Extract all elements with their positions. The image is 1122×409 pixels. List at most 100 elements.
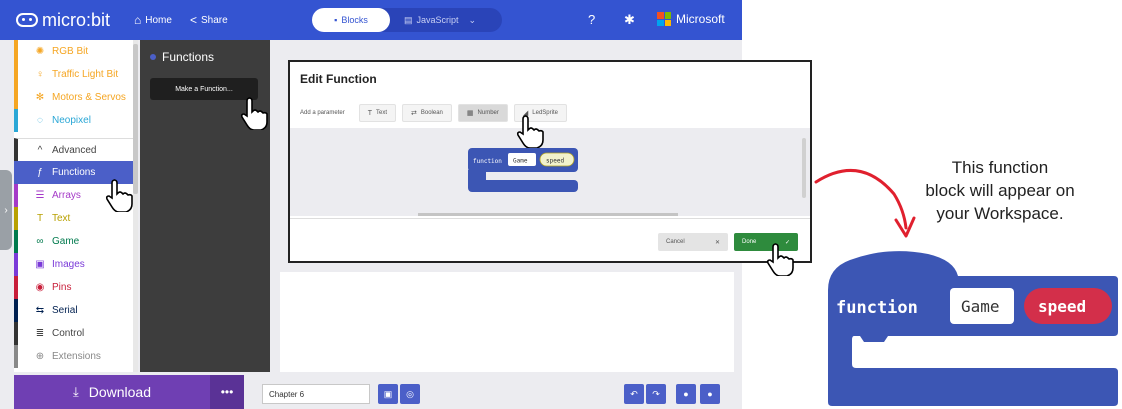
download-more-button[interactable]: •••: [210, 375, 244, 409]
microbit-logo[interactable]: micro:bit: [16, 10, 110, 31]
blocks-mode-label: Blocks: [341, 15, 368, 25]
simulator-toggle-tab[interactable]: ›: [0, 170, 12, 250]
dialog-horizontal-scrollbar[interactable]: [418, 213, 678, 216]
toolbox-category-label: Advanced: [52, 144, 97, 156]
boolean-icon: ⇄: [411, 110, 417, 117]
zoom-in-button[interactable]: ●: [700, 384, 720, 404]
list-icon: ☰: [35, 190, 45, 201]
hand-cursor-icon: [766, 243, 794, 276]
block-param-field[interactable]: speed: [546, 158, 564, 165]
microsoft-logo[interactable]: Microsoft: [657, 12, 725, 26]
project-name-input[interactable]: Chapter 6: [262, 384, 370, 404]
block-name-field[interactable]: Game: [513, 158, 528, 165]
code-icon: ▤: [404, 14, 413, 25]
lightbulb-icon: ♀: [36, 69, 44, 80]
home-label: Home: [145, 14, 172, 26]
plus-circle-icon: ⊕: [35, 351, 45, 362]
undo-button[interactable]: ↶: [624, 384, 644, 404]
download-button[interactable]: ⤓ Download: [14, 375, 210, 409]
toolbox-category-label: Traffic Light Bit: [52, 69, 119, 80]
toolbox-category-motors-servos[interactable]: ✻ Motors & Servos: [14, 86, 138, 109]
toolbox-category-serial[interactable]: ⇆ Serial: [14, 299, 138, 322]
toolbox-category-traffic-light-bit[interactable]: ♀ Traffic Light Bit: [14, 63, 138, 86]
toolbox-category-label: Control: [52, 328, 85, 339]
add-text-param-button[interactable]: T Text: [358, 104, 396, 122]
brand-label: micro:bit: [42, 9, 111, 30]
parameter-bar: Add a parameter T Text ⇄ Boolean ▦ Numbe…: [290, 100, 810, 126]
zoom-out-icon: ●: [683, 389, 689, 399]
blocks-mode-button[interactable]: ▪ Blocks: [312, 8, 390, 32]
gamepad-icon: ∞: [36, 236, 44, 247]
toolbox-category-label: Functions: [52, 167, 96, 178]
toolbox-category-pins[interactable]: ◉ Pins: [14, 276, 138, 299]
cancel-button[interactable]: Cancel ✕: [658, 233, 728, 251]
toolbox-category-neopixel[interactable]: ◌ Neopixel: [14, 109, 138, 132]
toolbox-category-label: Images: [52, 259, 85, 270]
param-label: Boolean: [420, 110, 443, 116]
big-block-keyword: function: [836, 298, 918, 318]
text-icon: T: [367, 109, 372, 117]
toolbox-category-images[interactable]: ▣ Images: [14, 253, 138, 276]
redo-icon: ↷: [652, 388, 660, 399]
zoom-out-button[interactable]: ●: [676, 384, 696, 404]
toolbox-category-label: Text: [52, 213, 71, 224]
toolbox-category-rgb-bit[interactable]: ✺ RGB Bit: [14, 40, 138, 63]
toolbox-category-extensions[interactable]: ⊕ Extensions: [14, 345, 138, 368]
dialog-footer: Cancel ✕ Done ✓: [290, 218, 810, 261]
github-button[interactable]: ◎: [400, 384, 420, 404]
flyout-title-label: Functions: [162, 50, 215, 64]
toolbox-category-label: Serial: [52, 305, 78, 316]
hand-cursor-icon: [240, 97, 268, 130]
workspace-area: [280, 272, 734, 372]
dialog-vertical-scrollbar[interactable]: [802, 138, 806, 198]
param-label: Text: [375, 110, 387, 116]
caption-line: your Workspace.: [936, 204, 1064, 223]
download-icon: ⤓: [72, 384, 79, 399]
share-label: Share: [200, 14, 228, 26]
function-block-enlarged: function Game speed: [828, 251, 1118, 406]
chevron-down-icon: ⌄: [468, 14, 477, 25]
save-icon: ▣: [383, 388, 393, 399]
download-label: Download: [88, 384, 151, 400]
toolbox-category-label: Neopixel: [52, 115, 91, 126]
dialog-block-canvas[interactable]: function Game speed: [290, 128, 810, 216]
category-dot-icon: [150, 54, 156, 60]
toolbox-category-label: Pins: [52, 282, 72, 293]
puzzle-icon: ▪: [334, 15, 338, 25]
javascript-mode-label: JavaScript: [416, 15, 459, 25]
chevron-up-icon: ^: [37, 144, 43, 156]
toolbox-scroll-thumb[interactable]: [133, 44, 138, 194]
number-icon: ▦: [466, 110, 474, 117]
cancel-label: Cancel: [666, 239, 685, 245]
redo-button[interactable]: ↷: [646, 384, 666, 404]
javascript-mode-button[interactable]: ▤ JavaScript ⌄: [404, 15, 476, 26]
function-block-preview[interactable]: function Game speed: [468, 148, 578, 192]
toolbox-category-label: Extensions: [52, 351, 101, 362]
curved-arrow-icon: [814, 168, 916, 238]
control-icon: ≣: [35, 328, 45, 339]
gears-icon: ✻: [35, 92, 45, 103]
hand-cursor-icon: [105, 179, 133, 212]
help-icon[interactable]: ?: [588, 12, 595, 27]
text-icon: T: [36, 213, 44, 224]
home-button[interactable]: ⌂ Home: [134, 13, 172, 27]
toolbox-category-control[interactable]: ≣ Control: [14, 322, 138, 345]
param-label: Number: [477, 110, 499, 116]
toolbox-category-game[interactable]: ∞ Game: [14, 230, 138, 253]
gear-icon[interactable]: ✱: [624, 12, 635, 28]
share-button[interactable]: < Share: [190, 13, 228, 27]
big-block-param: speed: [1038, 297, 1086, 316]
zoom-in-icon: ●: [707, 389, 713, 399]
toolbox-category-label: Arrays: [52, 190, 81, 201]
microsoft-label: Microsoft: [676, 12, 725, 26]
share-icon: <: [189, 13, 197, 27]
toolbox-category-advanced[interactable]: ^ Advanced: [14, 138, 138, 161]
ring-icon: ◌: [37, 115, 43, 126]
add-number-param-button[interactable]: ▦ Number: [457, 104, 508, 122]
sun-icon: ✺: [35, 46, 45, 57]
add-boolean-param-button[interactable]: ⇄ Boolean: [402, 104, 452, 122]
save-button[interactable]: ▣: [378, 384, 398, 404]
big-block-name: Game: [961, 297, 1000, 316]
toolbox-category-label: RGB Bit: [52, 46, 89, 57]
toolbox-category-label: Game: [52, 236, 80, 247]
